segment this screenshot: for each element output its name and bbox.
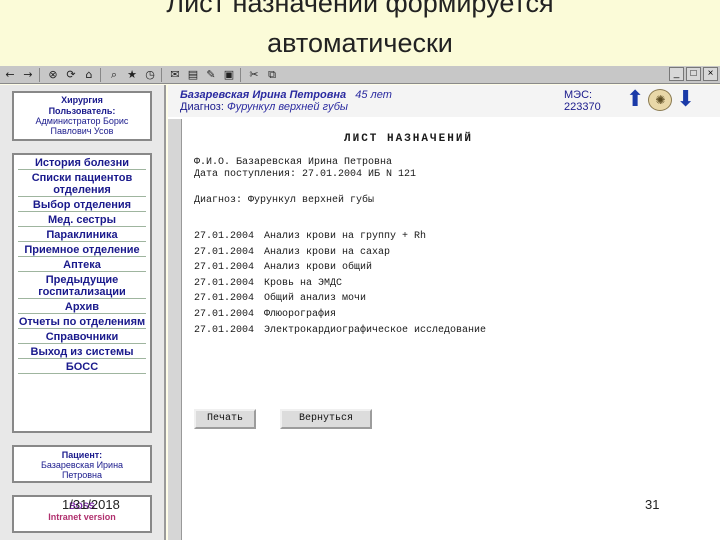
header-patient-name: Базаревская Ирина Петровна xyxy=(180,89,347,101)
refresh-icon[interactable]: ⟳ xyxy=(63,68,79,82)
slide-title: Лист назначений формируется автоматическ… xyxy=(0,0,720,66)
order-row: 27.01.2004 Анализ крови на группу + Rh xyxy=(194,229,714,245)
menu-item-directories[interactable]: Справочники xyxy=(18,331,146,344)
edit-icon[interactable]: ✎ xyxy=(203,68,219,82)
header-diagnosis-row: Диагноз: Фурункул верхней губы xyxy=(180,101,348,113)
order-text: Анализ крови общий xyxy=(264,262,373,274)
arrow-down-icon[interactable]: ⬇ xyxy=(676,89,694,111)
logo-subtitle: Intranet version xyxy=(48,512,116,522)
menu-item-admission[interactable]: Приемное отделение xyxy=(18,244,146,257)
close-button[interactable]: × xyxy=(703,67,718,81)
user-name-line1: Администратор Борис xyxy=(35,116,129,126)
order-text: Кровь на ЭМДС xyxy=(264,277,343,289)
medal-icon[interactable]: ✺ xyxy=(648,89,673,111)
discuss-icon[interactable]: ▣ xyxy=(221,68,237,82)
stop-icon[interactable]: ⊗ xyxy=(45,68,61,82)
favorites-icon[interactable]: ★ xyxy=(124,68,140,82)
fio-line: Ф.И.О. Базаревская Ирина Петровна xyxy=(194,157,393,168)
menu-item-pharmacy[interactable]: Аптека xyxy=(18,259,146,272)
menu-item-boss[interactable]: БОСС xyxy=(18,361,146,374)
header-icons: ⬆ ✺ ⬇ xyxy=(626,89,695,111)
vertical-scrollbar[interactable] xyxy=(168,119,182,540)
arrow-up-icon[interactable]: ⬆ xyxy=(626,89,644,111)
header-diagnosis-label: Диагноз: xyxy=(180,101,224,113)
menu-item-patient-lists[interactable]: Списки пациентов отделения xyxy=(18,172,146,197)
mes-label: МЭС: xyxy=(564,89,593,101)
order-row: 27.01.2004 Общий анализ мочи xyxy=(194,291,714,307)
order-date: 27.01.2004 xyxy=(194,324,255,336)
slide-title-line1: Лист назначений формируется xyxy=(166,0,554,18)
sheet-title: ЛИСТ НАЗНАЧЕНИЙ xyxy=(344,133,474,145)
print-icon[interactable]: ▤ xyxy=(185,68,201,82)
mes-code: 223370 xyxy=(564,101,601,113)
order-date: 27.01.2004 xyxy=(194,277,255,289)
order-row: 27.01.2004 Флюорография xyxy=(194,307,714,323)
patient-name-line2: Петровна xyxy=(61,470,103,480)
history-icon[interactable]: ◷ xyxy=(142,68,158,82)
patient-box: Пациент: Базаревская Ирина Петровна xyxy=(12,445,152,483)
order-text: Анализ крови на сахар xyxy=(264,246,391,258)
main-menu: История болезни Списки пациентов отделен… xyxy=(12,153,152,433)
window-controls: _ □ × xyxy=(667,67,718,81)
order-text: Электрокардиографическое исследование xyxy=(264,324,487,336)
forward-icon[interactable]: → xyxy=(20,68,36,82)
header-patient-row: Базаревская Ирина Петровна 45 лет xyxy=(180,89,392,101)
maximize-button[interactable]: □ xyxy=(686,67,701,81)
mail-icon[interactable]: ✉ xyxy=(167,68,183,82)
order-date: 27.01.2004 xyxy=(194,231,255,242)
order-date: 27.01.2004 xyxy=(194,293,255,305)
user-label: Пользователь: xyxy=(48,106,116,116)
toolbar-divider xyxy=(39,67,40,82)
cut-icon[interactable]: ✂ xyxy=(246,68,262,82)
menu-item-previous-hospitalizations[interactable]: Предыдущие госпитализации xyxy=(18,274,146,299)
back-button[interactable]: Вернуться xyxy=(280,409,372,429)
left-nav-frame: Хирургия Пользователь: Администратор Бор… xyxy=(0,85,166,540)
sheet-content: ЛИСТ НАЗНАЧЕНИЙ Ф.И.О. Базаревская Ирина… xyxy=(194,119,714,540)
order-text: Общий анализ мочи xyxy=(264,293,367,305)
menu-item-archive[interactable]: Архив xyxy=(18,301,146,314)
minimize-button[interactable]: _ xyxy=(669,67,684,81)
order-date: 27.01.2004 xyxy=(194,246,255,258)
browser-toolbar: ← → ⊗ ⟳ ⌂ ⌕ ★ ◷ ✉ ▤ ✎ ▣ ✂ ⧉ _ □ × xyxy=(0,66,720,84)
slide-page-number: 31 xyxy=(645,497,660,512)
order-row: 27.01.2004 Электрокардиографическое иссле… xyxy=(194,323,714,339)
menu-item-department-reports[interactable]: Отчеты по отделениям xyxy=(18,316,146,329)
order-row: 27.01.2004 Анализ крови на сахар xyxy=(194,245,714,261)
menu-item-nurses[interactable]: Мед. сестры xyxy=(18,214,146,227)
patient-label: Пациент: xyxy=(61,450,103,460)
order-date: 27.01.2004 xyxy=(194,308,255,320)
toolbar-divider xyxy=(240,67,241,82)
toolbar-divider xyxy=(100,67,101,82)
header-patient-age: 45 лет xyxy=(355,89,392,101)
orders-list: 27.01.2004 Анализ крови на группу + Rh 27… xyxy=(194,229,714,338)
department-box: Хирургия Пользователь: Администратор Бор… xyxy=(12,91,152,141)
menu-item-paraclinic[interactable]: Параклиника xyxy=(18,229,146,242)
toolbar-divider xyxy=(161,67,162,82)
menu-item-logout[interactable]: Выход из системы xyxy=(18,346,146,359)
department-name: Хирургия xyxy=(61,95,103,105)
back-icon[interactable]: ← xyxy=(2,68,18,82)
slide-date: 1/31/2018 xyxy=(62,497,120,512)
patient-name-line1: Базаревская Ирина xyxy=(40,460,124,470)
menu-item-select-department[interactable]: Выбор отделения xyxy=(18,199,146,212)
order-row: 27.01.2004 Кровь на ЭМДС xyxy=(194,276,714,292)
menu-item-history[interactable]: История болезни xyxy=(18,157,146,170)
user-name-line2: Павлович Усов xyxy=(50,126,114,136)
copy-icon[interactable]: ⧉ xyxy=(264,68,280,82)
order-text: Флюорография xyxy=(264,308,337,320)
order-row: 27.01.2004 Анализ крови общий xyxy=(194,260,714,276)
order-date: 27.01.2004 xyxy=(194,262,255,274)
order-text: Анализ крови на группу + Rh xyxy=(264,231,427,242)
admission-line: Дата поступления: 27.01.2004 ИБ N 121 xyxy=(194,169,417,180)
header-diagnosis: Фурункул верхней губы xyxy=(226,101,349,113)
content-frame: Базаревская Ирина Петровна 45 лет Диагно… xyxy=(168,85,720,540)
patient-header: Базаревская Ирина Петровна 45 лет Диагно… xyxy=(168,85,720,117)
print-button[interactable]: Печать xyxy=(194,409,256,429)
diagnosis-line: Диагноз: Фурункул верхней губы xyxy=(194,195,375,206)
home-icon[interactable]: ⌂ xyxy=(81,68,97,82)
slide-title-line2: автоматически xyxy=(267,28,453,58)
search-icon[interactable]: ⌕ xyxy=(106,68,122,82)
